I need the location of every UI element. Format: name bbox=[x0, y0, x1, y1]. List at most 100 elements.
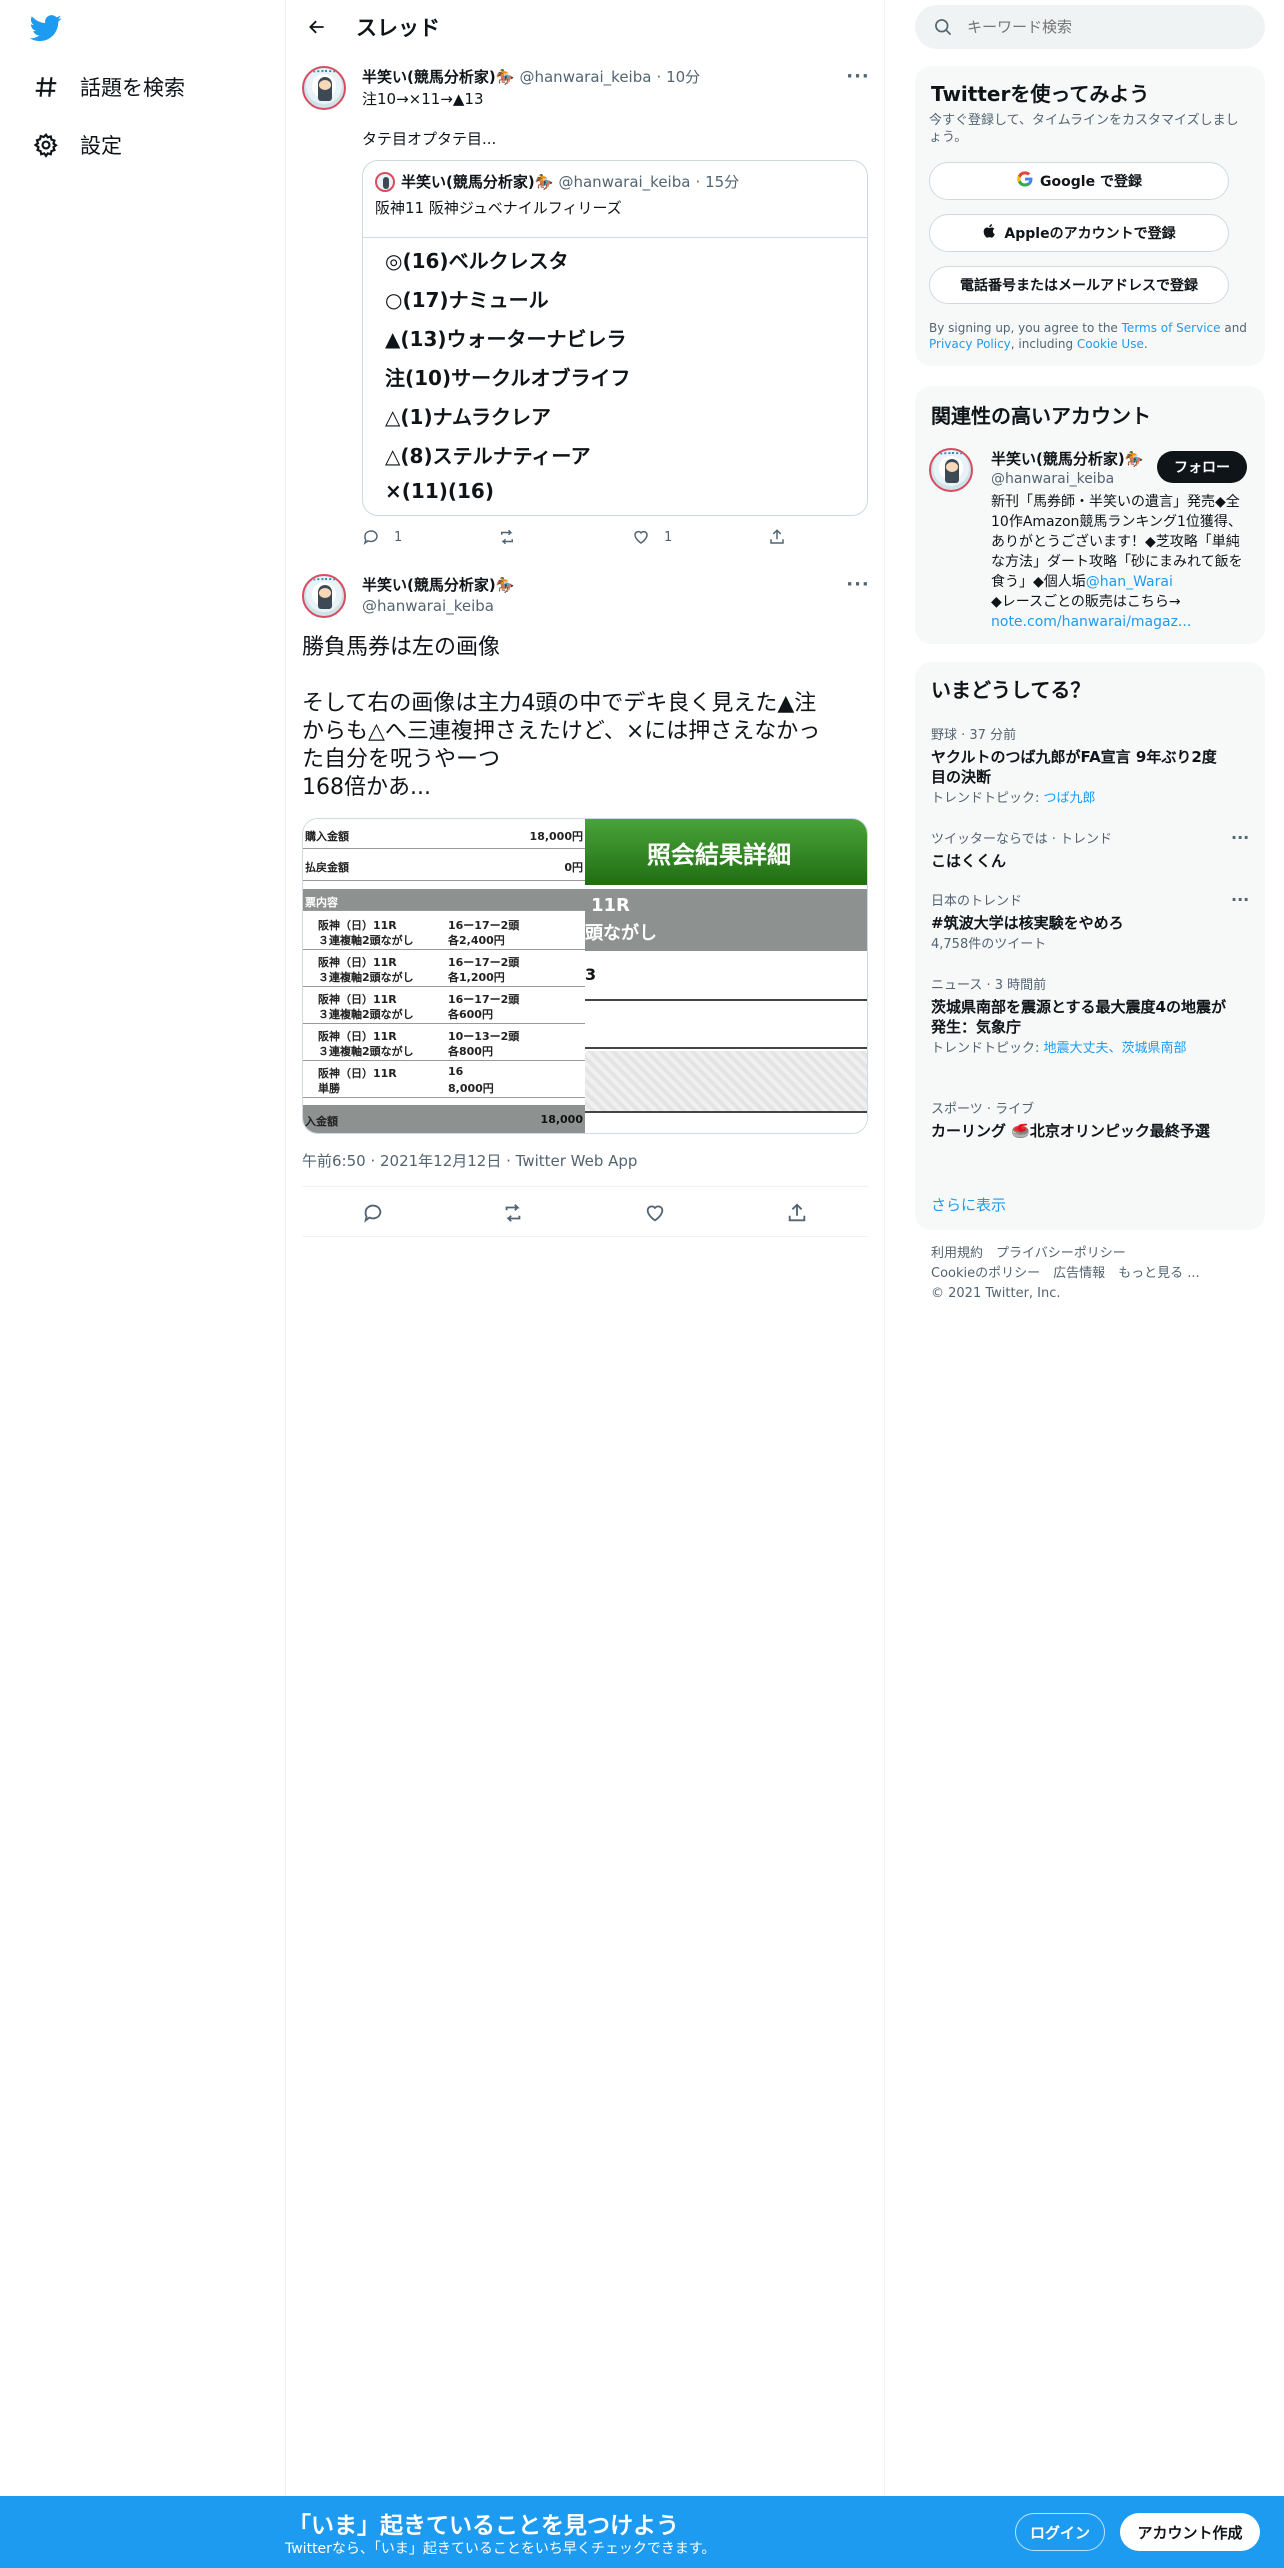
handle[interactable]: @hanwarai_keiba bbox=[362, 597, 514, 615]
login-prompt-bar: 「いま」起きていることを見つけよう Twitterなら、「いま」起きていることを… bbox=[0, 2496, 1284, 2568]
cookie-link[interactable]: Cookie Use bbox=[1077, 337, 1144, 351]
avatar[interactable] bbox=[302, 66, 346, 110]
ticket-row: 阪神（日）11R ３連複軸2頭ながし 16ー17ー2頭 各2,400円 bbox=[303, 913, 585, 950]
bio-url-link[interactable]: note.com/hanwarai/magaz... bbox=[991, 614, 1191, 630]
tweet-body-line: そして右の画像は主力4頭の中でデキ良く見えた▲注 bbox=[302, 691, 817, 716]
page-title: スレッド bbox=[356, 16, 440, 40]
betting-ticket-image[interactable]: 購入金額 18,000円 払戻金額 0円 票内容 阪神（日）11R ３連複軸2頭… bbox=[303, 819, 585, 1133]
ticket-race: 阪神（日）11R bbox=[318, 956, 397, 969]
more-options-icon[interactable]: ··· bbox=[846, 572, 870, 596]
left-nav: 話題を検索 設定 bbox=[0, 0, 285, 2568]
trend-item[interactable]: 日本のトレンド #筑波大学は核実験をやめろ 4,758件のツイート ··· bbox=[931, 890, 1249, 953]
ticket-label: 購入金額 bbox=[305, 830, 349, 843]
trend-title: こはくくん bbox=[931, 852, 1007, 870]
footer-line[interactable]: Cookieのポリシー 広告情報 もっと見る ... bbox=[931, 1264, 1200, 1284]
result-race-band: 11R 頭ながし bbox=[585, 889, 867, 951]
tweet-body-line: 168倍かあ... bbox=[302, 775, 431, 800]
divider bbox=[363, 237, 867, 238]
tweet-body-line: からも△へ三連複押さえたけど、×には押さえなかっ bbox=[302, 719, 821, 744]
ticket-race: 阪神（日）11R bbox=[318, 1067, 397, 1080]
display-name[interactable]: 半笑い(競馬分析家)🏇 bbox=[362, 574, 514, 595]
tweet-body: 勝負馬券は左の画像 そして右の画像は主力4頭の中でデキ良く見えた▲注 からも△へ… bbox=[302, 634, 862, 802]
more-options-icon[interactable]: ··· bbox=[1231, 828, 1249, 847]
follow-button[interactable]: フォロー bbox=[1157, 451, 1247, 483]
more-options-icon[interactable]: ··· bbox=[1231, 890, 1249, 909]
tweet-author: 半笑い(競馬分析家)🏇 @hanwarai_keiba · 10分 bbox=[362, 66, 700, 87]
footer-line[interactable]: 利用規約 プライバシーポリシー bbox=[931, 1244, 1200, 1264]
twitter-logo-icon[interactable] bbox=[29, 12, 66, 48]
trend-item[interactable]: ニュース · 3 時間前 茨城県南部を震源とする最大震度4の地震が発生：気象庁 … bbox=[931, 974, 1231, 1057]
trend-category: ニュース · 3 時間前 bbox=[931, 978, 1047, 993]
apple-signup-label: Appleのアカウントで登録 bbox=[1004, 226, 1176, 242]
ticket-amount: 各1,200円 bbox=[448, 971, 505, 984]
pick-line: ×(11)(16) bbox=[385, 479, 494, 503]
avatar[interactable] bbox=[929, 448, 973, 492]
trend-item[interactable]: 野球 · 37 分前 ヤクルトのつば九郎がFA宣言 9年ぶり2度目の決断 トレン… bbox=[931, 724, 1231, 807]
share-button[interactable] bbox=[786, 1202, 822, 1224]
nav-explore[interactable]: 話題を検索 bbox=[30, 62, 185, 112]
google-signup-button[interactable]: Google で登録 bbox=[929, 162, 1229, 200]
hashtag-icon bbox=[30, 71, 62, 103]
pick-line: ○(17)ナミュール bbox=[385, 288, 549, 312]
legal-text: By signing up, you agree to the bbox=[929, 321, 1122, 335]
result-cell bbox=[585, 1003, 867, 1049]
more-options-icon[interactable]: ··· bbox=[846, 64, 870, 88]
google-signup-label: Google で登録 bbox=[1040, 174, 1142, 190]
ticket-bet: ３連複軸2頭ながし bbox=[318, 934, 414, 947]
apple-signup-button[interactable]: Appleのアカウントで登録 bbox=[929, 214, 1229, 252]
result-detail-image[interactable]: 照会結果詳細 11R 頭ながし 3 bbox=[585, 819, 867, 1133]
trend-sub: トレンドトピック: bbox=[931, 791, 1044, 806]
display-name: 半笑い(競馬分析家)🏇 bbox=[991, 450, 1144, 468]
trend-item[interactable]: ツイッターならでは · トレンド こはくくん ··· bbox=[931, 828, 1249, 871]
ticket-row: 阪神（日）11R 単勝 16 8,000円 bbox=[303, 1061, 585, 1098]
ticket-amount: 各600円 bbox=[448, 1008, 493, 1021]
trend-item[interactable]: スポーツ · ライブ カーリング 🥌北京オリンピック最終予選 bbox=[931, 1098, 1231, 1141]
quoted-tweet[interactable]: 半笑い(競馬分析家)🏇 @hanwarai_keiba · 15分 阪神11 阪… bbox=[362, 160, 868, 516]
trend-category: ツイッターならでは · トレンド bbox=[931, 832, 1113, 847]
trend-title: #筑波大学は核実験をやめろ bbox=[931, 914, 1124, 932]
ticket-label: 払戻金額 bbox=[305, 861, 349, 874]
signup-button[interactable]: アカウント作成 bbox=[1120, 2513, 1260, 2551]
like-button[interactable]: 1 bbox=[632, 528, 672, 546]
avatar[interactable] bbox=[302, 574, 346, 618]
related-author[interactable]: 半笑い(競馬分析家)🏇 @hanwarai_keiba bbox=[991, 448, 1143, 487]
footer-links[interactable]: 利用規約 プライバシーポリシー Cookieのポリシー 広告情報 もっと見る .… bbox=[931, 1244, 1200, 1304]
ticket-bet: ３連複軸2頭ながし bbox=[318, 1008, 414, 1021]
ticket-race: 阪神（日）11R bbox=[318, 993, 397, 1006]
trend-topic-link[interactable]: 地震大丈夫、茨城県南部 bbox=[1044, 1041, 1187, 1056]
ticket-value: 0円 bbox=[564, 861, 583, 874]
like-button[interactable] bbox=[644, 1202, 680, 1224]
result-cell: 3 bbox=[585, 951, 867, 1001]
share-button[interactable] bbox=[768, 528, 800, 546]
terms-link[interactable]: Terms of Service bbox=[1122, 321, 1221, 335]
tweet-time[interactable]: · 10分 bbox=[657, 68, 701, 86]
search-box[interactable] bbox=[915, 5, 1265, 49]
ticket-row: 購入金額 18,000円 bbox=[303, 819, 585, 849]
privacy-link[interactable]: Privacy Policy bbox=[929, 337, 1011, 351]
ticket-amount: 8,000円 bbox=[448, 1082, 494, 1095]
ticket-combo: 16ー17ー2頭 bbox=[448, 956, 520, 969]
nav-settings[interactable]: 設定 bbox=[30, 120, 122, 170]
tweet-timestamp[interactable]: 午前6:50 · 2021年12月12日 · Twitter Web App bbox=[302, 1150, 637, 1171]
retweet-button[interactable] bbox=[502, 1202, 538, 1224]
display-name[interactable]: 半笑い(競馬分析家)🏇 bbox=[362, 68, 514, 86]
bio-mention-link[interactable]: @han_Warai bbox=[1086, 574, 1173, 590]
heart-icon bbox=[634, 530, 648, 544]
reply-button[interactable]: 1 bbox=[362, 528, 402, 546]
ticket-row: 阪神（日）11R ３連複軸2頭ながし 16ー17ー2頭 各600円 bbox=[303, 987, 585, 1024]
search-input[interactable] bbox=[967, 18, 1227, 36]
phone-email-signup-button[interactable]: 電話番号またはメールアドレスで登録 bbox=[929, 266, 1229, 304]
retweet-button[interactable] bbox=[498, 528, 530, 546]
nav-settings-label: 設定 bbox=[80, 134, 122, 158]
tweet-author: 半笑い(競馬分析家)🏇 @hanwarai_keiba bbox=[362, 574, 514, 615]
tweet-media[interactable]: 購入金額 18,000円 払戻金額 0円 票内容 阪神（日）11R ３連複軸2頭… bbox=[302, 818, 868, 1134]
trend-topic-link[interactable]: つば九郎 bbox=[1044, 791, 1096, 806]
reply-button[interactable] bbox=[362, 1202, 398, 1224]
ticket-row: 阪神（日）11R ３連複軸2頭ながし 10ー13ー2頭 各800円 bbox=[303, 1024, 585, 1061]
trend-sub: トレンドトピック: bbox=[931, 1041, 1044, 1056]
signup-legal: By signing up, you agree to the Terms of… bbox=[929, 320, 1251, 352]
login-button[interactable]: ログイン bbox=[1015, 2513, 1105, 2551]
handle[interactable]: @hanwarai_keiba bbox=[519, 68, 651, 86]
back-arrow-icon[interactable] bbox=[300, 10, 334, 44]
show-more-link[interactable]: さらに表示 bbox=[931, 1194, 1006, 1215]
